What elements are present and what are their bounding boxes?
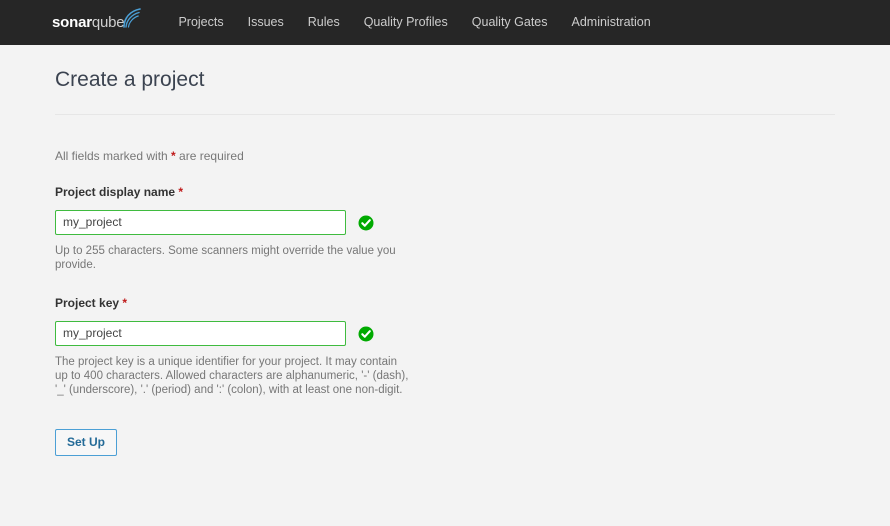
nav-item-issues-wrap: Issues [236, 0, 296, 45]
page-header: Create a project [0, 45, 890, 93]
nav-item-rules-wrap: Rules [296, 0, 352, 45]
label-project-key-asterisk: * [122, 296, 128, 310]
sonarqube-logo-text: sonarqube [52, 0, 125, 45]
nav-item-administration-wrap: Administration [560, 0, 663, 45]
hint-project-key: The project key is a unique identifier f… [55, 356, 409, 396]
page-container: Create a project All fields marked with … [0, 45, 890, 456]
input-row-display-name [55, 210, 890, 235]
form-actions: Set Up [55, 429, 890, 456]
input-row-project-key [55, 321, 890, 346]
nav-item-issues[interactable]: Issues [236, 0, 296, 45]
label-display-name-text: Project display name [55, 185, 179, 199]
nav-item-quality-gates[interactable]: Quality Gates [460, 0, 560, 45]
nav-item-quality-gates-wrap: Quality Gates [460, 0, 560, 45]
set-up-button[interactable]: Set Up [55, 429, 118, 456]
nav-item-rules[interactable]: Rules [296, 0, 352, 45]
label-display-name-asterisk: * [178, 185, 184, 199]
nav-item-quality-profiles[interactable]: Quality Profiles [352, 0, 460, 45]
nav-item-administration[interactable]: Administration [560, 0, 663, 45]
logo-text-qube: qube [91, 14, 125, 31]
field-project-key: Project key * The project key is a uniqu… [55, 296, 890, 397]
sonar-wave-icon [122, 7, 144, 29]
hint-display-name: Up to 255 characters. Some scanners migh… [55, 245, 396, 271]
label-display-name: Project display name * [55, 185, 890, 200]
create-project-form: All fields marked with * are required Pr… [0, 115, 890, 456]
nav-item-quality-profiles-wrap: Quality Profiles [352, 0, 460, 45]
project-display-name-input[interactable] [55, 210, 346, 235]
required-note-prefix: All fields marked with [55, 149, 172, 163]
label-project-key: Project key * [55, 296, 890, 311]
project-key-input[interactable] [55, 321, 346, 346]
global-navbar: sonarqube Projects Issues Rules Quality … [0, 0, 890, 45]
field-display-name: Project display name * Up to 255 charact… [55, 185, 890, 272]
check-circle-icon [358, 326, 374, 342]
required-note-suffix: are required [175, 149, 244, 163]
required-fields-note: All fields marked with * are required [55, 148, 890, 164]
navbar-menu: Projects Issues Rules Quality Profiles Q… [150, 0, 662, 45]
page-title: Create a project [55, 68, 205, 91]
field-spacer [55, 272, 890, 296]
sonarqube-logo[interactable]: sonarqube [52, 0, 142, 45]
nav-item-projects[interactable]: Projects [166, 0, 235, 45]
nav-item-projects-wrap: Projects [166, 0, 235, 45]
label-project-key-text: Project key [55, 296, 123, 310]
check-circle-icon [358, 215, 374, 231]
logo-text-sonar: sonar [52, 14, 92, 31]
